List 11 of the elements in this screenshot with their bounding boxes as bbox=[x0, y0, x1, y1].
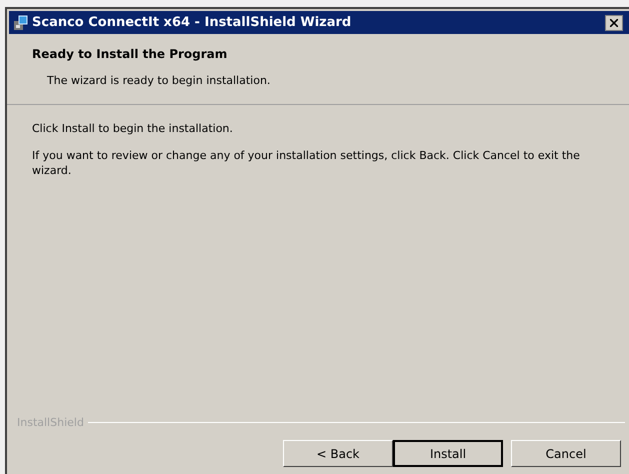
page-subtitle: The wizard is ready to begin installation. bbox=[46, 73, 272, 89]
installer-icon bbox=[13, 14, 29, 30]
wizard-button[interactable]: Cancel bbox=[511, 440, 621, 467]
body-text: Click Install to begin the installation. bbox=[32, 121, 234, 136]
close-button[interactable] bbox=[605, 14, 623, 30]
window-title: Scanco ConnectIt x64 - InstallShield Wizard bbox=[32, 14, 352, 32]
body-text: If you want to review or change any of your installation settings, click Back. Click Cancel to exit the wizard. bbox=[32, 148, 581, 178]
wizard-button[interactable]: < Back bbox=[283, 440, 393, 467]
page-title: Ready to Install the Program bbox=[32, 46, 228, 63]
close-icon bbox=[610, 18, 618, 26]
wizard-button[interactable]: Install bbox=[393, 440, 503, 467]
